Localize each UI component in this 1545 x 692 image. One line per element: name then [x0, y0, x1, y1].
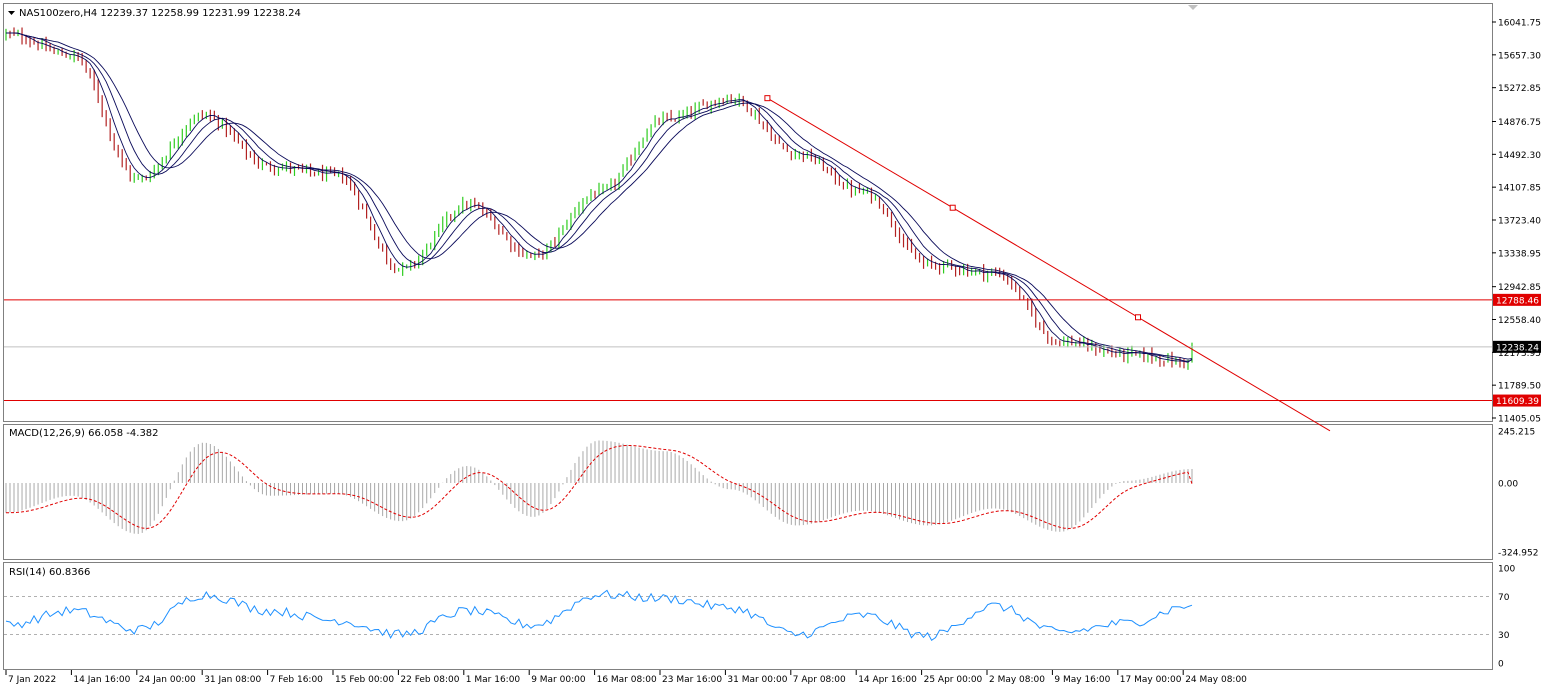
- time-tick-label: 9 May 16:00: [1054, 675, 1110, 685]
- macd-tick-label: -324.952: [1498, 548, 1538, 558]
- price-tick-label: 11789.50: [1498, 382, 1541, 392]
- price-tick-label: 11405.05: [1498, 415, 1541, 425]
- main-panel-frame: [3, 3, 1493, 422]
- rsi-panel-frame: [3, 562, 1493, 670]
- rsi-tick-label: 70: [1498, 593, 1510, 603]
- time-tick-label: 31 Mar 00:00: [727, 675, 787, 685]
- price-tick-label: 12558.40: [1498, 316, 1541, 326]
- main-header: NAS100zero,H4 12239.37 12258.99 12231.99…: [19, 8, 301, 19]
- time-tick-label: 31 Jan 08:00: [204, 675, 261, 685]
- price-tick-label: 14492.30: [1498, 151, 1541, 161]
- current-price-tag: 12238.24: [1496, 343, 1539, 353]
- rsi-tick-label: 30: [1498, 631, 1510, 641]
- time-tick-label: 7 Feb 16:00: [270, 675, 324, 685]
- time-tick-label: 7 Apr 08:00: [793, 675, 846, 685]
- time-tick-label: 23 Mar 16:00: [662, 675, 722, 685]
- rsi-header: RSI(14) 60.8366: [9, 567, 90, 578]
- time-tick-label: 1 Mar 16:00: [466, 675, 521, 685]
- price-tick-label: 13723.40: [1498, 217, 1541, 227]
- trendline-handle-3[interactable]: [1135, 314, 1141, 321]
- time-tick-label: 22 Feb 08:00: [400, 675, 459, 685]
- time-tick-label: 25 Apr 00:00: [924, 675, 983, 685]
- time-tick-label: 2 May 08:00: [989, 675, 1045, 685]
- price-tick-label: 13338.95: [1498, 249, 1541, 259]
- price-tick-label: 14876.75: [1498, 118, 1541, 128]
- price-tick-label: 15272.85: [1498, 84, 1541, 94]
- price-tick-label: 14107.85: [1498, 184, 1541, 194]
- macd-panel-frame: [3, 424, 1493, 560]
- time-tick-label: 24 Jan 00:00: [139, 675, 196, 685]
- price-tick-label: 12942.85: [1498, 283, 1541, 293]
- price-tick-label: 16041.75: [1498, 19, 1541, 29]
- time-tick-label: 14 Apr 16:00: [858, 675, 917, 685]
- macd-tick-label: 245.215: [1498, 427, 1535, 437]
- trendline-handle-1[interactable]: [764, 95, 771, 102]
- time-tick-label: 24 May 08:00: [1185, 675, 1247, 685]
- macd-header: MACD(12,26,9) 66.058 -4.382: [9, 428, 159, 439]
- price-tick-label: 15657.30: [1498, 51, 1541, 61]
- support-price-tag: 11609.39: [1496, 397, 1539, 407]
- time-tick-label: 17 May 00:00: [1120, 675, 1182, 685]
- resistance-price-tag: 12788.46: [1496, 296, 1539, 306]
- time-tick-label: 7 Jan 2022: [8, 675, 56, 685]
- rsi-tick-label: 100: [1498, 565, 1515, 575]
- time-tick-label: 14 Jan 16:00: [73, 675, 130, 685]
- trading-chart[interactable]: 16041.75 15657.30 15272.85 14876.75 14492.30…: [0, 0, 1545, 692]
- time-tick-label: 9 Mar 00:00: [531, 675, 586, 685]
- macd-tick-label: 0.00: [1498, 480, 1518, 490]
- time-tick-label: 16 Mar 08:00: [597, 675, 657, 685]
- rsi-tick-label: 0: [1498, 660, 1504, 670]
- trendline-handle-2[interactable]: [949, 204, 956, 211]
- time-tick-label: 15 Feb 00:00: [335, 675, 394, 685]
